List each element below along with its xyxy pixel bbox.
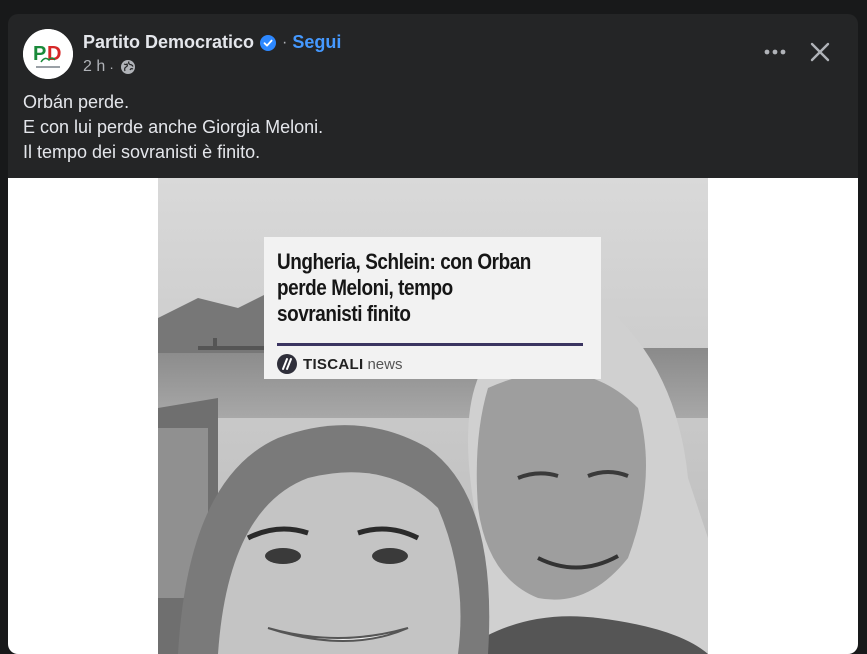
more-icon xyxy=(764,49,786,55)
pd-logo-icon: P D xyxy=(23,29,73,79)
page-name-row: Partito Democratico · Segui xyxy=(83,32,341,53)
headline-line: sovranisti finito xyxy=(277,301,411,326)
post-text: Orbán perde. E con lui perde anche Giorg… xyxy=(23,90,323,165)
header-actions xyxy=(757,34,838,70)
post-timestamp[interactable]: 2 h xyxy=(83,58,105,76)
headline-line: perde Meloni, tempo xyxy=(277,275,453,300)
post-card: P D Partito Democratico · Segui 2 h · Or… xyxy=(8,14,858,654)
more-options-button[interactable] xyxy=(757,34,793,70)
post-text-line: E con lui perde anche Giorgia Meloni. xyxy=(23,117,324,137)
globe-icon[interactable] xyxy=(120,59,136,75)
tiscali-logo-icon xyxy=(277,354,297,374)
news-headline-card: Ungheria, Schlein: con Orban perde Melon… xyxy=(264,237,601,379)
separator-dot: · xyxy=(282,33,288,51)
post-photo[interactable]: Ungheria, Schlein: con Orban perde Melon… xyxy=(158,178,708,654)
close-button[interactable] xyxy=(802,34,838,70)
page-avatar[interactable]: P D xyxy=(23,29,73,79)
verified-badge-icon xyxy=(260,34,277,51)
news-source-name: TISCALI xyxy=(303,355,364,373)
headline-line: Ungheria, Schlein: con Orban xyxy=(277,249,531,274)
post-text-line: Il tempo dei sovranisti è finito. xyxy=(23,142,261,162)
news-source-suffix: news xyxy=(367,355,403,373)
news-headline: Ungheria, Schlein: con Orban perde Melon… xyxy=(277,249,552,327)
close-icon xyxy=(810,42,830,62)
svg-text:P: P xyxy=(33,43,46,65)
post-header: P D Partito Democratico · Segui 2 h · xyxy=(23,29,843,79)
svg-text:D: D xyxy=(47,43,61,65)
page-name[interactable]: Partito Democratico xyxy=(83,32,254,53)
post-media[interactable]: Ungheria, Schlein: con Orban perde Melon… xyxy=(8,178,858,654)
news-source: TISCALI news xyxy=(277,354,402,374)
post-meta: 2 h · xyxy=(83,58,136,76)
meta-separator-dot: · xyxy=(109,59,114,75)
headline-divider xyxy=(277,343,583,346)
post-text-line: Orbán perde. xyxy=(23,92,130,112)
follow-button[interactable]: Segui xyxy=(292,32,341,53)
